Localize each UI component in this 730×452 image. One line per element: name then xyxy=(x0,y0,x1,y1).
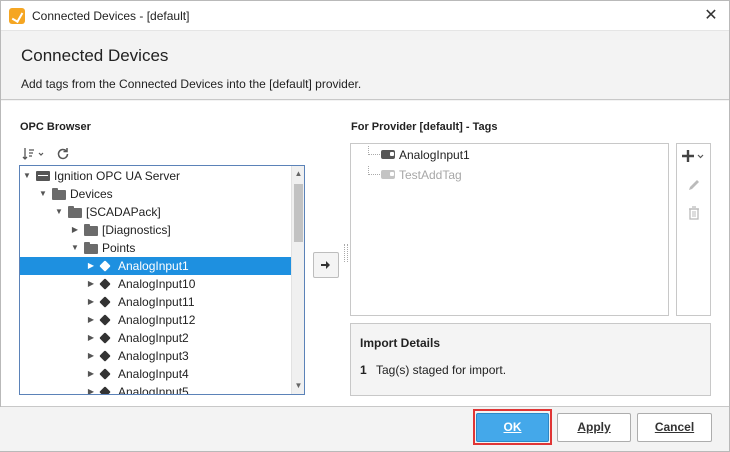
tree-line xyxy=(368,166,380,175)
scroll-down-icon[interactable]: ▼ xyxy=(292,379,305,393)
tree-node-label: AnalogInput1 xyxy=(118,259,189,273)
tag-icon xyxy=(100,278,112,290)
tree-node-label: [Diagnostics] xyxy=(102,223,171,237)
tag-label: TestAddTag xyxy=(399,168,462,182)
delete-icon[interactable] xyxy=(677,206,710,223)
import-details-title: Import Details xyxy=(360,336,441,350)
opc-browser-label: OPC Browser xyxy=(20,121,91,133)
tree-node-label: AnalogInput2 xyxy=(118,331,189,345)
folder-icon xyxy=(68,206,82,218)
add-icon[interactable] xyxy=(677,149,710,166)
tree-scrollbar[interactable]: ▲ ▼ xyxy=(291,166,304,394)
tree-node[interactable]: ▼ Ignition OPC UA Server xyxy=(20,167,292,185)
tree-node[interactable]: ▶ AnalogInput3 xyxy=(20,347,292,365)
folder-icon xyxy=(84,242,98,254)
folder-icon xyxy=(52,188,66,200)
add-selected-button[interactable] xyxy=(313,252,339,278)
tree-node-label: AnalogInput11 xyxy=(118,295,195,309)
tag-icon xyxy=(100,314,112,326)
expand-right-icon[interactable]: ▶ xyxy=(86,275,96,293)
dialog-header: Connected Devices Add tags from the Conn… xyxy=(1,32,729,100)
tag-tools-panel xyxy=(676,143,711,316)
window-title: Connected Devices - [default] xyxy=(32,9,190,23)
tree-node-label: [SCADAPack] xyxy=(86,205,161,219)
opc-browser-tree[interactable]: ▼ Ignition OPC UA Server ▼ Devices ▼ [SCADAPa… xyxy=(19,165,305,395)
expand-right-icon[interactable]: ▶ xyxy=(86,311,96,329)
scroll-thumb[interactable] xyxy=(294,184,303,242)
expand-right-icon[interactable]: ▶ xyxy=(86,293,96,311)
title-bar: Connected Devices - [default] ✕ xyxy=(1,1,729,31)
tree-node-label: Devices xyxy=(70,187,113,201)
close-icon[interactable]: ✕ xyxy=(701,6,721,26)
expand-right-icon[interactable]: ▶ xyxy=(86,347,96,365)
apply-button[interactable]: Apply xyxy=(557,413,631,442)
tree-node-label: Ignition OPC UA Server xyxy=(54,169,181,183)
expand-down-icon[interactable]: ▼ xyxy=(70,239,80,257)
tree-node-label: AnalogInput3 xyxy=(118,349,189,363)
tag-label: AnalogInput1 xyxy=(399,148,470,162)
tree-node[interactable]: ▼ Points xyxy=(20,239,292,257)
tag-icon xyxy=(381,150,395,159)
refresh-icon[interactable] xyxy=(56,147,70,164)
sort-icon[interactable] xyxy=(22,147,46,164)
tree-node[interactable]: ▶ AnalogInput4 xyxy=(20,365,292,383)
provider-tags-panel[interactable]: AnalogInput1 TestAddTag xyxy=(350,143,669,316)
ok-button[interactable]: OK xyxy=(476,413,549,442)
server-icon xyxy=(36,171,50,181)
folder-icon xyxy=(84,224,98,236)
tree-node[interactable]: ▼ [SCADAPack] xyxy=(20,203,292,221)
expand-right-icon[interactable]: ▶ xyxy=(86,257,96,275)
expand-down-icon[interactable]: ▼ xyxy=(38,185,48,203)
tree-node[interactable]: ▼ Devices xyxy=(20,185,292,203)
tag-icon xyxy=(100,350,112,362)
tag-icon xyxy=(100,332,112,344)
tag-row[interactable]: AnalogInput1 xyxy=(351,146,551,164)
tree-node[interactable]: ▶ [Diagnostics] xyxy=(20,221,292,239)
tree-node[interactable]: ▶ AnalogInput5 xyxy=(20,383,292,395)
expand-right-icon[interactable]: ▶ xyxy=(86,329,96,347)
provider-tags-label: For Provider [default] - Tags xyxy=(351,121,498,133)
tree-node-label: AnalogInput4 xyxy=(118,367,189,381)
tree-node-label: AnalogInput12 xyxy=(118,313,196,327)
tree-line xyxy=(368,146,380,155)
expand-right-icon[interactable]: ▶ xyxy=(86,383,96,394)
tag-icon xyxy=(100,260,112,272)
dialog-title: Connected Devices xyxy=(21,46,169,65)
expand-down-icon[interactable]: ▼ xyxy=(54,203,64,221)
dialog-subtitle: Add tags from the Connected Devices into… xyxy=(21,77,362,91)
tag-icon xyxy=(100,368,112,380)
panel-splitter[interactable] xyxy=(344,244,348,262)
scroll-up-icon[interactable]: ▲ xyxy=(292,167,305,181)
tag-row[interactable]: TestAddTag xyxy=(351,166,551,184)
tree-node[interactable]: ▶ AnalogInput2 xyxy=(20,329,292,347)
expand-down-icon[interactable]: ▼ xyxy=(22,167,32,185)
expand-right-icon[interactable]: ▶ xyxy=(86,365,96,383)
edit-icon[interactable] xyxy=(677,178,710,195)
app-logo-icon xyxy=(9,8,25,24)
tag-icon xyxy=(100,296,112,308)
tag-icon xyxy=(100,386,112,394)
cancel-button[interactable]: Cancel xyxy=(637,413,712,442)
expand-right-icon[interactable]: ▶ xyxy=(70,221,80,239)
tree-node[interactable]: ▶ AnalogInput10 xyxy=(20,275,292,293)
tree-node[interactable]: ▶ AnalogInput12 xyxy=(20,311,292,329)
tree-node-label: Points xyxy=(102,241,136,255)
import-count: 1 xyxy=(360,363,367,377)
tag-icon xyxy=(381,170,395,179)
tree-node[interactable]: ▶ AnalogInput1 xyxy=(20,257,292,275)
tree-node-label: AnalogInput5 xyxy=(118,385,189,395)
import-details-panel: Import Details 1 Tag(s) staged for impor… xyxy=(350,323,711,396)
tree-node[interactable]: ▶ AnalogInput11 xyxy=(20,293,292,311)
import-message: Tag(s) staged for import. xyxy=(376,363,507,377)
tree-node-label: AnalogInput10 xyxy=(118,277,196,291)
